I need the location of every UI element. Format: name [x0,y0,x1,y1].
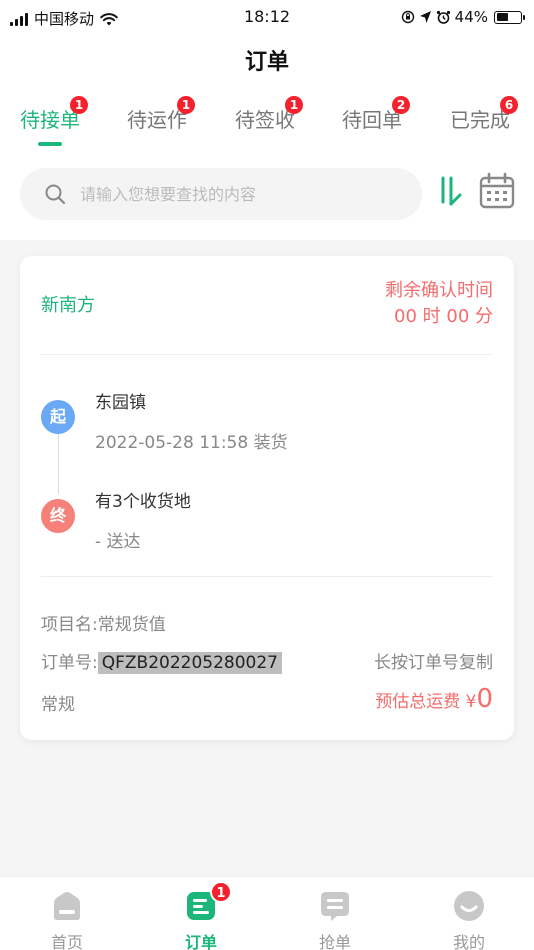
tab-pending-operation[interactable]: 待运作 1 [127,96,195,148]
tab-badge: 1 [177,96,195,114]
status-right: 44% [401,8,525,26]
end-badge: 终 [41,499,75,533]
tab-completed[interactable]: 已完成 6 [450,96,518,148]
nav-label: 抢单 [318,933,351,950]
nav-badge: 1 [210,881,232,903]
nav-orders[interactable]: 1 订单 [134,877,268,950]
route-connector [58,434,59,494]
home-icon [54,892,80,920]
company-name: 新南方 [41,295,95,316]
order-card[interactable]: 新南方 剩余确认时间 00 时 00 分 起 东园镇 2022-05-28 11… [20,256,514,740]
estimated-fee: 预估总运费 ¥0 [375,684,493,714]
order-type: 常规 [41,695,75,715]
tab-pending-receipt[interactable]: 待回单 2 [342,96,410,148]
nav-home[interactable]: 首页 [0,877,134,950]
calendar-icon[interactable] [478,172,516,210]
tab-badge: 2 [392,96,410,114]
project-value: 常规货值 [97,615,166,635]
delivery-status: - 送达 [95,532,141,552]
project-label: 项目名: [41,615,98,635]
grab-order-icon [321,892,349,921]
order-status-tabs: 待接单 1 待运作 1 待签收 1 待回单 2 已完成 6 [0,96,534,148]
location-arrow-icon [419,11,431,23]
order-number-label: 订单号: [41,653,98,673]
header: 订单 待接单 1 待运作 1 待签收 1 待回单 2 已完成 6 [0,36,534,240]
start-place: 东园镇 [95,393,146,413]
remaining-time-label: 剩余确认时间 [385,280,493,301]
order-number[interactable]: QFZB202205280027 [97,652,282,674]
profile-icon [454,891,484,921]
orientation-lock-icon [401,10,414,24]
sort-icon[interactable] [434,174,466,210]
tab-pending-accept[interactable]: 待接单 1 [20,96,88,148]
fee-currency: ¥ [465,692,477,712]
nav-profile[interactable]: 我的 [402,877,534,950]
search-input[interactable] [80,184,380,204]
fee-label: 预估总运费 [375,692,461,712]
tab-badge: 1 [70,96,88,114]
remaining-time-value: 00 时 00 分 [394,306,493,327]
divider [41,354,493,355]
battery-percent: 44% [454,8,488,26]
tab-badge: 6 [500,96,518,114]
divider [41,576,493,577]
search-icon [45,184,66,205]
remaining-confirm-time: 剩余确认时间 00 时 00 分 [385,278,493,330]
project-row: 项目名:常规货值 [41,610,166,635]
nav-label: 我的 [452,933,485,950]
nav-label: 订单 [184,933,217,950]
tab-badge: 1 [285,96,303,114]
tab-pending-sign[interactable]: 待签收 1 [235,96,303,148]
search-bar[interactable] [20,168,422,220]
order-number-row: 订单号: QFZB202205280027 [41,648,282,674]
battery-fill [496,13,508,21]
alarm-icon [436,10,450,24]
status-bar: 中国移动 18:12 44% [0,0,534,36]
copy-hint: 长按订单号复制 [374,653,493,673]
bottom-nav: 首页 1 订单 抢单 我的 [0,876,534,950]
nav-grab-orders[interactable]: 抢单 [268,877,402,950]
load-time: 2022-05-28 11:58 装货 [95,433,288,453]
fee-amount: 0 [476,684,493,714]
end-place: 有3个收货地 [95,492,191,512]
nav-label: 首页 [50,933,83,950]
start-badge: 起 [41,400,75,434]
battery-icon [494,10,525,24]
page-title: 订单 [244,50,289,75]
